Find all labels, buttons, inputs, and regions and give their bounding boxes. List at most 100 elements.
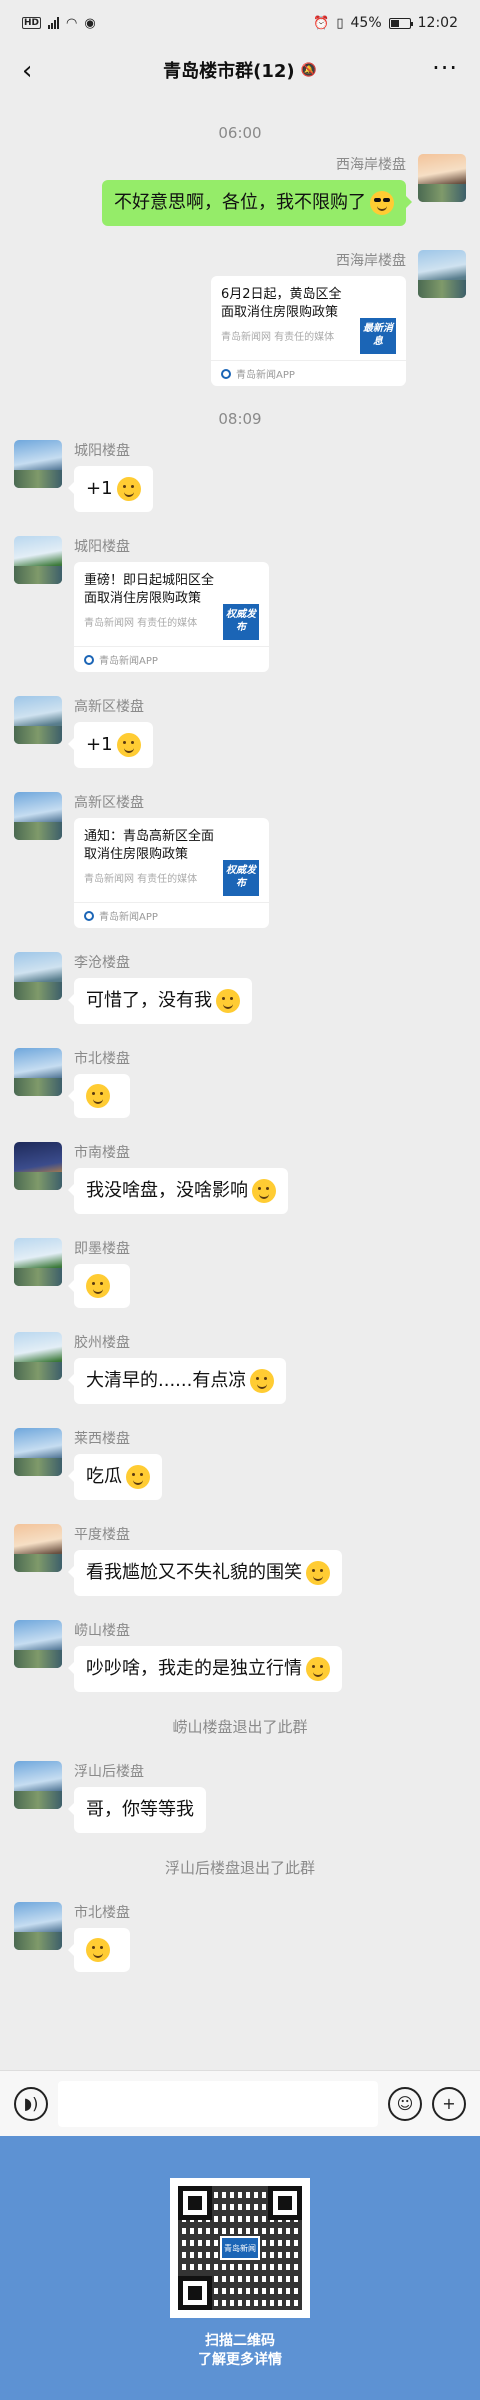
message-body: 莱西楼盘 吃瓜 <box>68 1428 162 1500</box>
sender-name: 胶州楼盘 <box>74 1335 130 1351</box>
message-bubble[interactable]: +1 <box>68 466 153 512</box>
promo-line-2: 了解更多详情 <box>198 2352 282 2368</box>
card-source: 青岛新闻网 有责任的媒体 <box>84 618 198 629</box>
message-row: 平度楼盘 看我尴尬又不失礼貌的围笑 <box>0 1524 480 1596</box>
card-title: 重磅！即日起城阳区全面取消住房限购政策 <box>84 573 215 606</box>
message-text: 吵吵啥，我走的是独立行情 <box>86 1658 302 1679</box>
emoji-icon[interactable]: ☺ <box>388 2086 422 2121</box>
more-icon[interactable]: ··· <box>432 54 458 82</box>
sunglasses-emoji-icon <box>370 191 394 215</box>
system-notice: 浮山后楼盘退出了此群 <box>164 1859 315 1877</box>
card-title: 6月2日起，黄岛区全面取消住房限购政策 <box>221 287 342 320</box>
avatar[interactable] <box>14 1524 62 1572</box>
avatar[interactable] <box>14 440 62 488</box>
avatar[interactable] <box>14 1142 62 1190</box>
message-row: 高新区楼盘 通知：青岛高新区全面取消住房限购政策 青岛新闻网 有责任的媒体 权威发布青… <box>0 792 480 928</box>
message-bubble[interactable]: +1 <box>68 722 153 768</box>
sender-name: 李沧楼盘 <box>74 955 130 971</box>
avatar[interactable] <box>14 952 62 1000</box>
battery-icon <box>388 17 413 29</box>
avatar[interactable] <box>14 1048 62 1096</box>
message-text: 大清早的......有点凉 <box>86 1370 247 1391</box>
message-body: 城阳楼盘 +1 <box>68 440 153 512</box>
voice-icon[interactable]: ◗) <box>14 2086 48 2121</box>
message-text: 吃瓜 <box>86 1466 122 1487</box>
promo-line-1: 扫描二维码 <box>205 2333 275 2349</box>
chat-header: ‹ 青岛楼市群(12) 🔕 ··· <box>0 46 480 94</box>
message-body: 平度楼盘 看我尴尬又不失礼貌的围笑 <box>68 1524 342 1596</box>
message-row: 城阳楼盘 +1 <box>0 440 480 512</box>
alarm-icon: ⏰ <box>313 15 330 31</box>
message-bubble[interactable]: 哥，你等等我 <box>68 1787 206 1833</box>
message-text: 哥，你等等我 <box>86 1799 194 1820</box>
sender-name: 高新区楼盘 <box>74 795 144 811</box>
smirk-emoji-icon <box>252 1179 276 1203</box>
qr-finder <box>178 2276 212 2310</box>
chat-list[interactable]: 06:00 西海岸楼盘 不好意思啊，各位，我不限购了 西海岸楼盘 6月2日起，黄岛区全面… <box>0 110 480 1996</box>
avatar[interactable] <box>14 1761 62 1809</box>
card-app-name: 青岛新闻APP <box>99 656 158 667</box>
vibrate-icon: ▯ <box>336 15 344 31</box>
app-logo-icon <box>84 910 94 921</box>
message-bubble[interactable]: 吵吵啥，我走的是独立行情 <box>68 1646 342 1692</box>
sender-name: 市南楼盘 <box>74 1145 130 1161</box>
avatar[interactable] <box>14 1620 62 1668</box>
awkward-emoji-icon <box>306 1561 330 1585</box>
sender-name: 市北楼盘 <box>74 1905 130 1921</box>
avatar[interactable] <box>418 250 466 298</box>
card-app-name: 青岛新闻APP <box>236 370 295 381</box>
message-row: 即墨楼盘 <box>0 1238 480 1308</box>
meh-emoji-icon <box>86 1274 110 1298</box>
message-bubble[interactable]: 吃瓜 <box>68 1454 162 1500</box>
message-bubble[interactable]: 看我尴尬又不失礼貌的围笑 <box>68 1550 342 1596</box>
smile-emoji-icon <box>116 733 141 757</box>
wifi-icon: ◠ <box>66 15 78 31</box>
avatar[interactable] <box>14 536 62 584</box>
card-source: 青岛新闻网 有责任的媒体 <box>84 874 198 885</box>
message-bubble[interactable]: 我没啥盘，没啥影响 <box>68 1168 288 1214</box>
link-card[interactable]: 重磅！即日起城阳区全面取消住房限购政策 青岛新闻网 有责任的媒体 权威发布 青岛新闻A… <box>74 562 269 672</box>
relieved-emoji-icon <box>86 1084 110 1108</box>
avatar[interactable] <box>14 1238 62 1286</box>
link-card[interactable]: 通知：青岛高新区全面取消住房限购政策 青岛新闻网 有责任的媒体 权威发布 青岛新闻AP… <box>74 818 269 928</box>
sender-name: 即墨楼盘 <box>74 1241 130 1257</box>
avatar[interactable] <box>14 1902 62 1950</box>
message-bubble[interactable]: 大清早的......有点凉 <box>67 1358 287 1404</box>
chevron-left-icon[interactable]: ‹ <box>22 56 32 86</box>
hd-badge: HD <box>22 17 42 29</box>
message-row: 李沧楼盘可惜了，没有我 <box>0 952 480 1024</box>
message-body: 市北楼盘 <box>68 1048 130 1118</box>
bell-muted-icon: 🔕 <box>300 62 317 78</box>
status-right: ⏰ ▯ 45% 12:02 <box>313 15 458 31</box>
qr-finder <box>268 2186 302 2220</box>
message-text: 看我尴尬又不失礼貌的围笑 <box>86 1562 302 1583</box>
promo-text: 扫描二维码 了解更多详情 <box>198 2332 282 2370</box>
avatar[interactable] <box>418 154 466 202</box>
message-bubble[interactable] <box>68 1928 130 1972</box>
message-bubble[interactable]: 不好意思啊，各位，我不限购了 <box>102 180 412 226</box>
avatar[interactable] <box>14 1332 62 1380</box>
message-body: 胶州楼盘大清早的......有点凉 <box>67 1332 287 1404</box>
message-row: 浮山后楼盘哥，你等等我 <box>0 1761 480 1833</box>
message-bubble[interactable]: 可惜了，没有我 <box>68 978 252 1024</box>
sender-name: 浮山后楼盘 <box>74 1764 144 1780</box>
message-input[interactable] <box>58 2080 378 2127</box>
clock: 12:02 <box>417 15 458 31</box>
message-row: 高新区楼盘 +1 <box>0 696 480 768</box>
timestamp: 06:00 <box>218 124 262 142</box>
timestamp: 08:09 <box>218 410 262 428</box>
avatar[interactable] <box>14 792 62 840</box>
plus-icon[interactable]: + <box>432 2086 466 2121</box>
avatar[interactable] <box>14 696 62 744</box>
message-body: 市南楼盘我没啥盘，没啥影响 <box>68 1142 288 1214</box>
message-bubble[interactable] <box>68 1074 130 1118</box>
message-body: 高新区楼盘 通知：青岛高新区全面取消住房限购政策 青岛新闻网 有责任的媒体 权威发布青… <box>74 792 269 928</box>
card-thumbnail: 权威发布 <box>223 860 259 896</box>
message-row: 崂山楼盘 吵吵啥，我走的是独立行情 <box>0 1620 480 1692</box>
message-text: 不好意思啊，各位，我不限购了 <box>114 192 366 213</box>
app-logo-icon <box>84 654 94 665</box>
link-card[interactable]: 6月2日起，黄岛区全面取消住房限购政策 青岛新闻网 有责任的媒体 最新消息 青岛新闻A… <box>211 276 406 386</box>
message-bubble[interactable] <box>68 1264 130 1308</box>
card-body: 通知：青岛高新区全面取消住房限购政策 青岛新闻网 有责任的媒体 权威发布 <box>84 828 259 902</box>
avatar[interactable] <box>14 1428 62 1476</box>
